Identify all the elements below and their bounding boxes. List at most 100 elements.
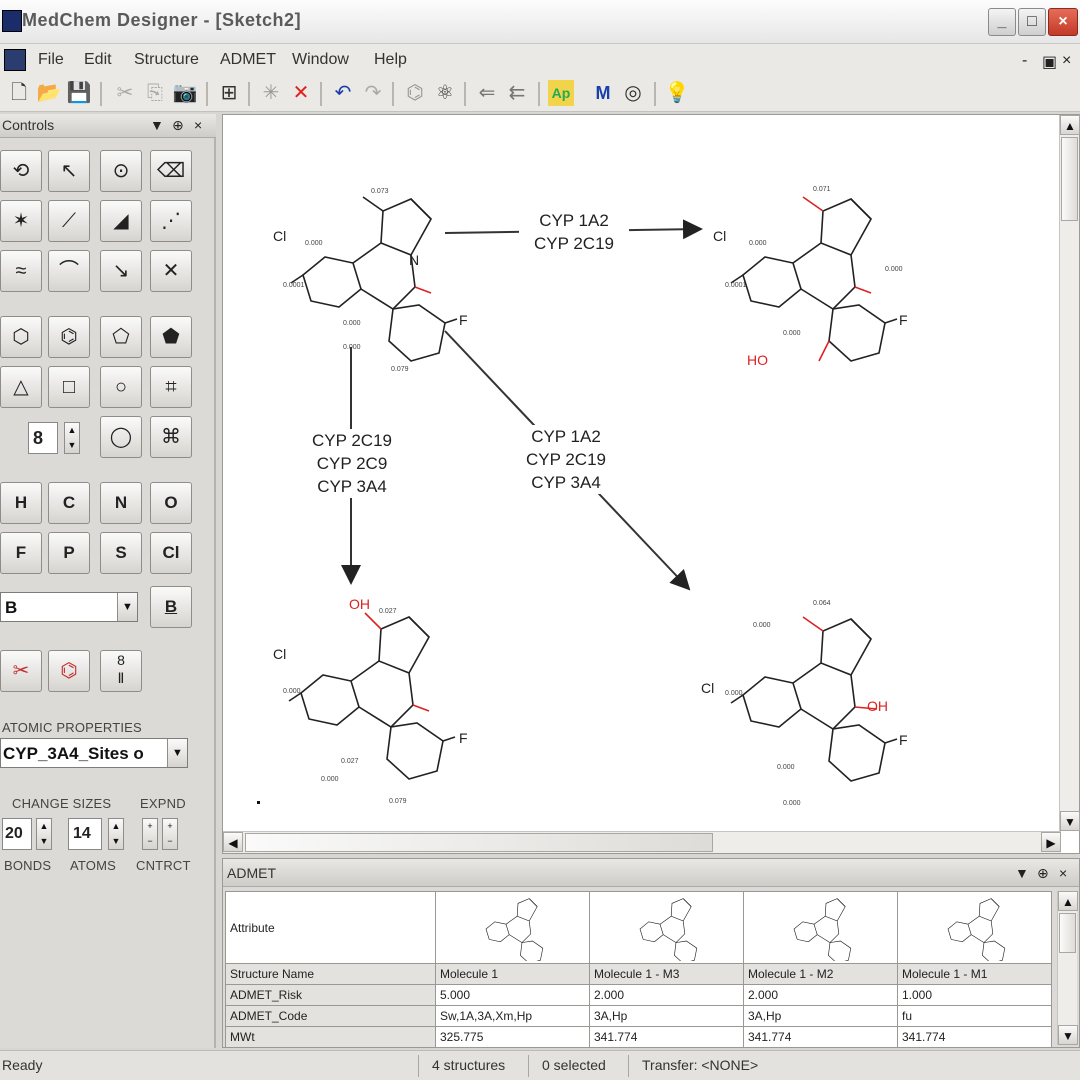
- table-cell[interactable]: Sw,1A,3A,Xm,Hp: [435, 1005, 590, 1027]
- contract-stepper[interactable]: + −: [162, 818, 178, 850]
- atom-f-button[interactable]: F: [0, 532, 42, 574]
- structure-thumbnail[interactable]: [743, 891, 898, 964]
- menu-help[interactable]: Help: [374, 51, 407, 69]
- wavy-bond-tool[interactable]: ≈: [0, 250, 42, 292]
- ring-size-stepper[interactable]: ▲ ▼: [64, 422, 80, 454]
- hint-bulb-icon[interactable]: 💡: [664, 80, 690, 106]
- atoms-size-stepper[interactable]: ▲ ▼: [108, 818, 124, 850]
- macrocycle-tool[interactable]: ◯: [100, 416, 142, 458]
- pane-menu-icon[interactable]: ▼: [1015, 865, 1029, 881]
- table-cell[interactable]: 341.774: [589, 1026, 744, 1048]
- redo-icon[interactable]: ↷: [360, 80, 386, 106]
- table-cell[interactable]: fu: [897, 1005, 1052, 1027]
- scroll-up-icon[interactable]: ▲: [1060, 115, 1080, 135]
- atom-p-button[interactable]: P: [48, 532, 90, 574]
- wedge-bond-tool[interactable]: ◢: [100, 200, 142, 242]
- copy-icon[interactable]: ⎘: [142, 80, 168, 106]
- atom-s-button[interactable]: S: [100, 532, 142, 574]
- camera-icon[interactable]: 📷: [172, 80, 198, 106]
- ring-circle-tool[interactable]: ○: [100, 366, 142, 408]
- scroll-left-icon[interactable]: ◀: [223, 832, 243, 852]
- cut-icon[interactable]: ✂: [112, 80, 138, 106]
- table-cell[interactable]: 1.000: [897, 984, 1052, 1006]
- aromatic-ring-tool[interactable]: ⌬: [48, 650, 90, 692]
- chevron-down-icon[interactable]: ▼: [167, 739, 187, 767]
- menu-structure[interactable]: Structure: [134, 51, 199, 69]
- atomic-properties-combo[interactable]: CYP_3A4_Sites o ▼: [0, 738, 188, 768]
- eraser-tool[interactable]: ⌫: [150, 150, 192, 192]
- atom-n-button[interactable]: N: [100, 482, 142, 524]
- zoom-select-tool[interactable]: ⊙: [100, 150, 142, 192]
- maximize-button[interactable]: □: [1018, 8, 1046, 36]
- expand-stepper[interactable]: + −: [142, 818, 158, 850]
- table-cell[interactable]: 341.774: [897, 1026, 1052, 1048]
- structure-thumbnail[interactable]: [897, 891, 1052, 964]
- chain-tool[interactable]: ✶: [0, 200, 42, 242]
- undo-icon[interactable]: ↶: [330, 80, 356, 106]
- arrow-tool[interactable]: ↘: [100, 250, 142, 292]
- pin-icon[interactable]: ⊕: [1037, 865, 1049, 882]
- metabolite-icon[interactable]: M: [590, 80, 616, 106]
- horizontal-scrollbar[interactable]: ◀ ▶: [223, 831, 1061, 853]
- admet-vertical-scrollbar[interactable]: ▲ ▼: [1057, 891, 1078, 1045]
- sketch-canvas[interactable]: 0.0000.0730.0001 0.0000.0790.000 0.0000.…: [222, 114, 1080, 854]
- atoms-size-field[interactable]: 14: [68, 818, 102, 850]
- clear-icon[interactable]: ✳: [258, 80, 284, 106]
- horizontal-scroll-thumb[interactable]: [245, 833, 713, 852]
- table-cell[interactable]: 341.774: [743, 1026, 898, 1048]
- chain-plus-tool[interactable]: ⌒: [48, 250, 90, 292]
- lasso-select-tool[interactable]: ⟲: [0, 150, 42, 192]
- element-combo[interactable]: B ▼: [0, 592, 138, 622]
- table-cell[interactable]: Molecule 1 - M3: [589, 963, 744, 985]
- mdi-restore-button[interactable]: ▣: [1042, 52, 1057, 72]
- cage-tool[interactable]: ⌘: [150, 416, 192, 458]
- gauge-icon[interactable]: ◎: [620, 80, 646, 106]
- menu-admet[interactable]: ADMET: [220, 51, 276, 69]
- pane-close-icon[interactable]: ×: [194, 117, 202, 133]
- table-cell[interactable]: 2.000: [589, 984, 744, 1006]
- close-button[interactable]: ×: [1048, 8, 1078, 36]
- back-alt-icon[interactable]: ⇇: [504, 80, 530, 106]
- menu-file[interactable]: File: [38, 51, 64, 69]
- table-cell[interactable]: Molecule 1 - M2: [743, 963, 898, 985]
- bonds-size-field[interactable]: 20: [2, 818, 32, 850]
- table-cell[interactable]: Molecule 1 - M1: [897, 963, 1052, 985]
- charge-tool[interactable]: 8Ⅱ: [100, 650, 142, 692]
- select-arrow-tool[interactable]: ↖: [48, 150, 90, 192]
- cyclopentadiene-tool[interactable]: ⬟: [150, 316, 192, 358]
- save-icon[interactable]: 💾: [66, 80, 92, 106]
- menu-edit[interactable]: Edit: [84, 51, 112, 69]
- pane-menu-icon[interactable]: ▼: [150, 117, 164, 133]
- element-apply-button[interactable]: B: [150, 586, 192, 628]
- table-cell[interactable]: 3A,Hp: [589, 1005, 744, 1027]
- bonds-size-stepper[interactable]: ▲ ▼: [36, 818, 52, 850]
- document-icon[interactable]: [4, 49, 26, 71]
- scroll-down-icon[interactable]: ▼: [1058, 1025, 1078, 1045]
- table-cell[interactable]: Molecule 1: [435, 963, 590, 985]
- back-icon[interactable]: ⇐: [474, 80, 500, 106]
- open-icon[interactable]: 📂: [36, 80, 62, 106]
- vertical-scrollbar[interactable]: ▲ ▼: [1059, 115, 1080, 831]
- mdi-close-button[interactable]: ×: [1062, 52, 1071, 70]
- ring-size-field[interactable]: 8: [28, 422, 58, 454]
- cyclohexane-tool[interactable]: ⬡: [0, 316, 42, 358]
- new-icon[interactable]: 🗋: [6, 80, 32, 106]
- atom-cl-button[interactable]: Cl: [150, 532, 192, 574]
- mdi-minimize-button[interactable]: -: [1022, 52, 1027, 70]
- clean-structure-icon[interactable]: ⌬: [402, 80, 428, 106]
- menu-window[interactable]: Window: [292, 51, 349, 69]
- template-icon[interactable]: ⚛: [432, 80, 458, 106]
- pane-close-icon[interactable]: ×: [1059, 865, 1067, 881]
- single-bond-tool[interactable]: ⟋: [48, 200, 90, 242]
- delete-icon[interactable]: ✕: [288, 80, 314, 106]
- atom-h-button[interactable]: H: [0, 482, 42, 524]
- bicyclic-tool[interactable]: ⌗: [150, 366, 192, 408]
- structure-thumbnail[interactable]: [435, 891, 590, 964]
- vertical-scroll-thumb[interactable]: [1061, 137, 1078, 221]
- hash-bond-tool[interactable]: ⋰: [150, 200, 192, 242]
- benzene-tool[interactable]: ⌬: [48, 316, 90, 358]
- pin-icon[interactable]: ⊕: [172, 117, 184, 134]
- table-cell[interactable]: 325.775: [435, 1026, 590, 1048]
- structure-thumbnail[interactable]: [589, 891, 744, 964]
- bond-cut-tool[interactable]: ✂: [0, 650, 42, 692]
